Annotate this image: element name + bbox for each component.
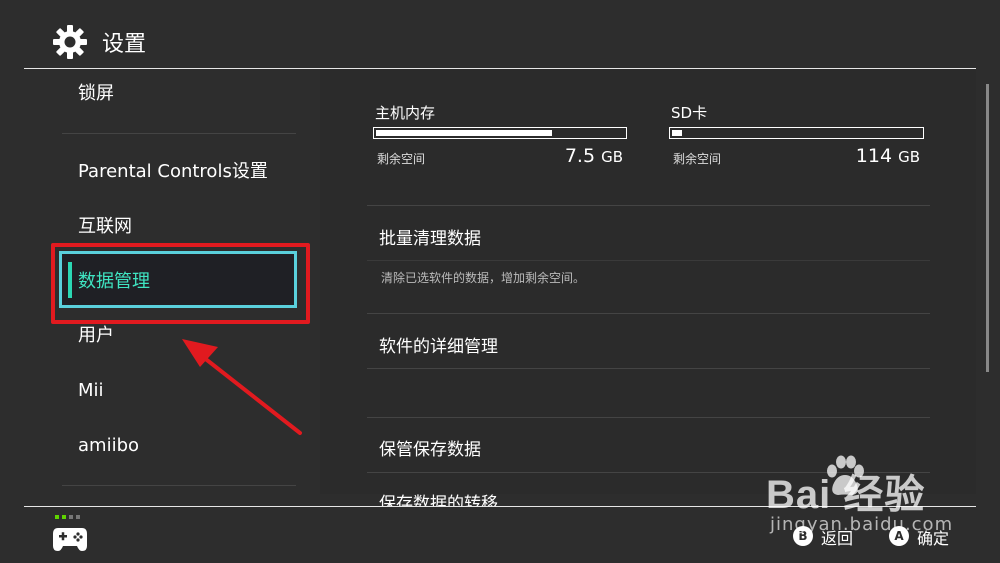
batch-clear-description: 清除已选软件的数据，增加剩余空间。: [381, 271, 586, 285]
sd-card-bar-fill: [672, 130, 682, 136]
manage-save-data-item[interactable]: 保管保存数据: [379, 435, 481, 460]
sidebar-divider: [62, 485, 296, 486]
divider: [367, 313, 930, 314]
sidebar-item-mii[interactable]: Mii: [78, 379, 104, 403]
sd-card-bar: [669, 127, 924, 139]
scrollbar[interactable]: [986, 84, 989, 372]
controller-player-led-icon: [62, 515, 66, 519]
paw-logo-icon: [827, 455, 864, 495]
sidebar-item-label: 数据管理: [78, 271, 150, 292]
annotation-arrow: [182, 339, 302, 435]
system-remaining-value: 7.5 GB: [564, 145, 623, 167]
system-memory-bar-fill: [376, 130, 552, 136]
sidebar-item-users[interactable]: 用户: [78, 324, 114, 348]
software-detail-management-item[interactable]: 软件的详细管理: [379, 332, 498, 357]
transfer-save-data-item[interactable]: 保存数据的转移: [379, 489, 498, 506]
divider: [367, 417, 930, 418]
sidebar-item-parental-controls[interactable]: Parental Controls设置: [78, 160, 268, 184]
sd-card-title: SD卡: [671, 104, 708, 122]
page-title: 设置: [102, 32, 147, 57]
divider: [367, 205, 930, 206]
controller-player-led-icon: [55, 515, 59, 519]
sd-remaining-value: 114 GB: [855, 145, 920, 167]
system-memory-title: 主机内存: [375, 104, 436, 122]
batch-clear-data-item[interactable]: 批量清理数据: [379, 224, 481, 249]
divider: [367, 260, 930, 261]
divider: [367, 368, 930, 369]
gear-icon: [53, 25, 87, 59]
selection-indicator: [68, 262, 72, 298]
sidebar-divider: [62, 133, 296, 134]
controller-icon: [53, 528, 87, 551]
system-remaining-label: 剩余空间: [377, 152, 426, 166]
sd-remaining-label: 剩余空间: [673, 152, 722, 166]
sidebar-item-lock-screen[interactable]: 锁屏: [78, 82, 114, 106]
sidebar-item-amiibo[interactable]: amiibo: [78, 434, 139, 458]
watermark-url: jingyan.baidu.com: [770, 514, 954, 535]
system-memory-bar: [373, 127, 627, 139]
sidebar-item-internet[interactable]: 互联网: [78, 215, 132, 239]
controller-player-led-icon: [76, 515, 80, 519]
controller-player-led-icon: [69, 515, 73, 519]
